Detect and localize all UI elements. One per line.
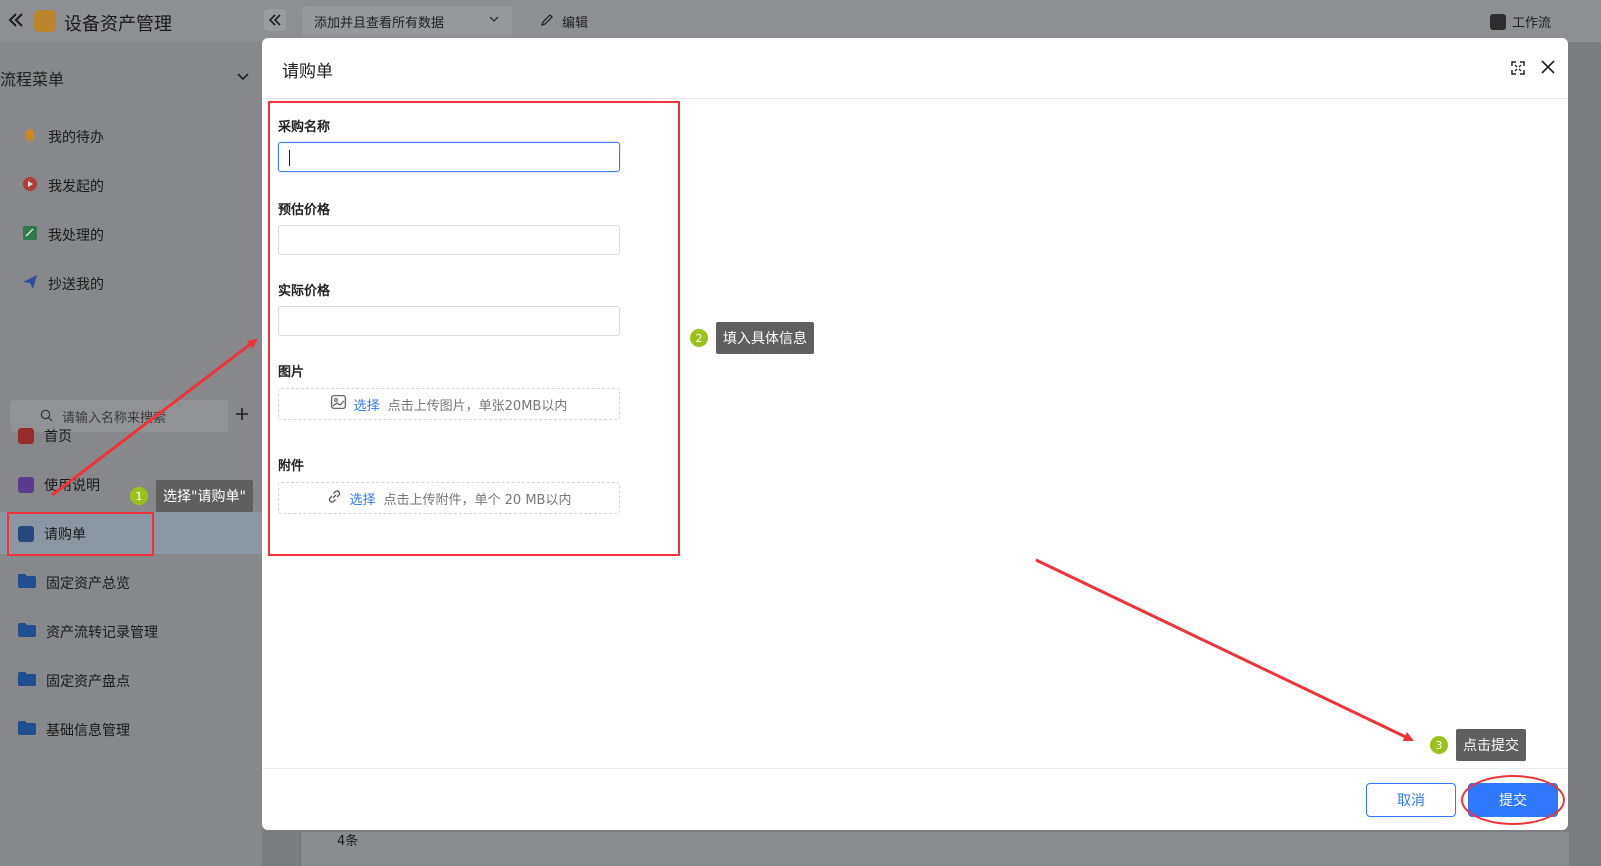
step-number: 2	[690, 329, 708, 347]
annotation-step-1: 1 选择"请购单"	[130, 480, 253, 512]
step-callout: 点击提交	[1456, 729, 1526, 761]
step-callout: 选择"请购单"	[156, 480, 253, 512]
annotation-step-2: 2 填入具体信息	[690, 322, 814, 354]
arrow-to-submit	[1035, 558, 1414, 742]
step-callout: 填入具体信息	[716, 322, 814, 354]
annotation-arrows	[51, 338, 1414, 742]
step-number: 1	[130, 487, 148, 505]
arrow-to-form	[51, 338, 258, 497]
annotation-step-3: 3 点击提交	[1430, 729, 1526, 761]
step-number: 3	[1430, 736, 1448, 754]
